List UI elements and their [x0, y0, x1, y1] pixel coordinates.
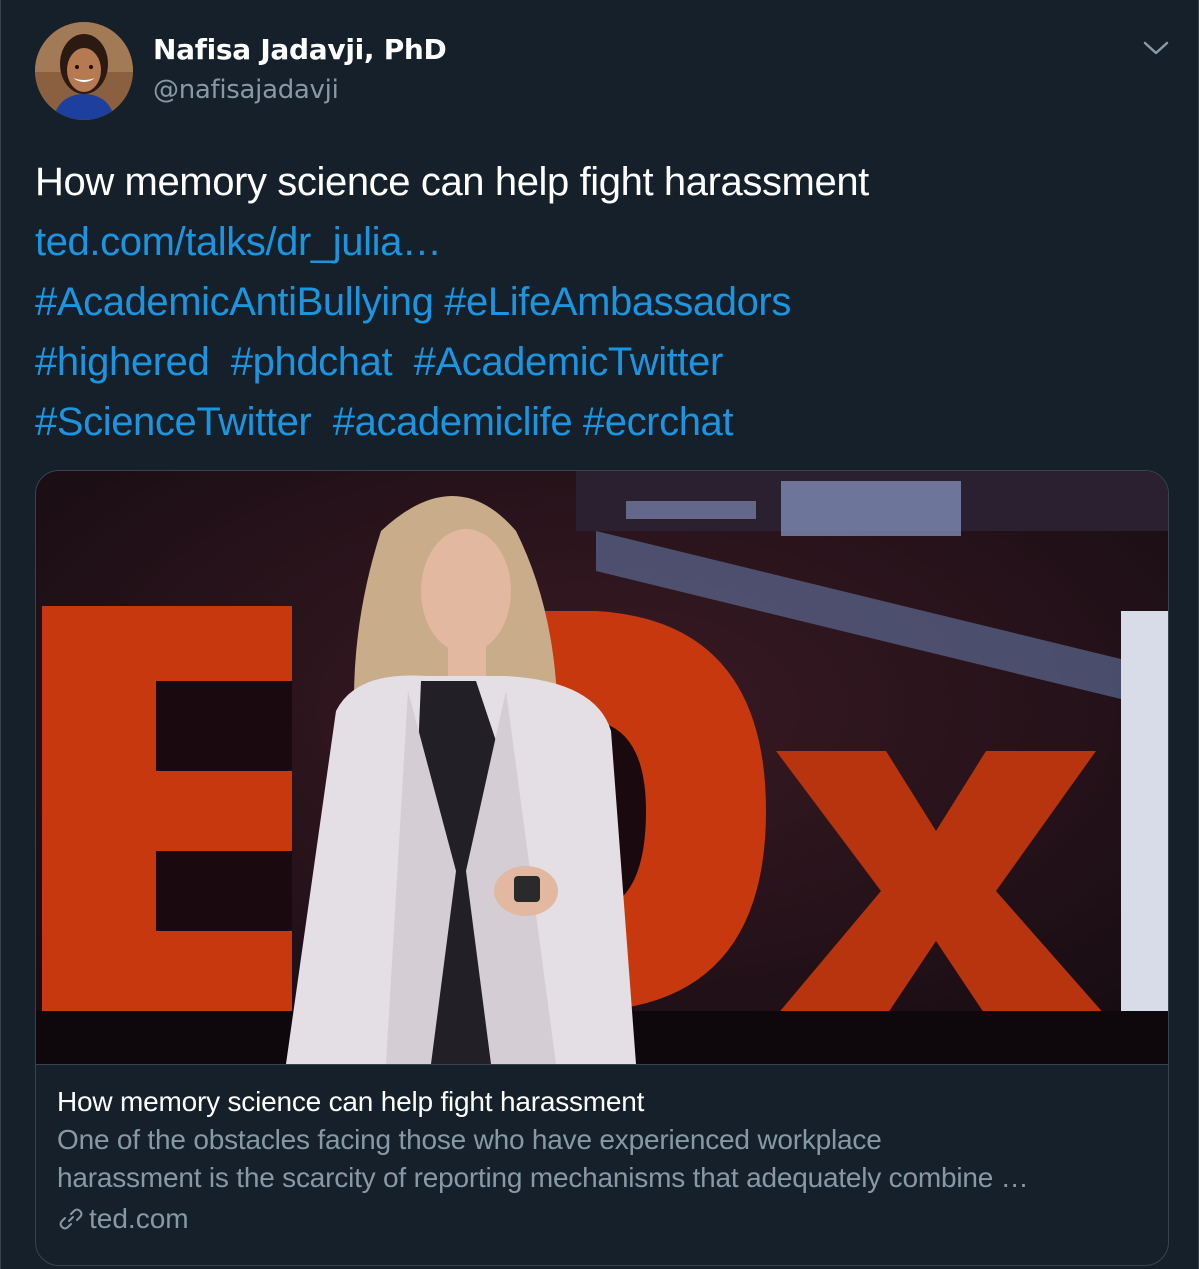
hashtag-elifeambassadors[interactable]: #eLifeAmbassadors — [444, 280, 791, 324]
hashtag-sciencetwitter[interactable]: #ScienceTwitter — [35, 400, 312, 444]
hashtag-academiclife[interactable]: #academiclife — [333, 400, 573, 444]
link-icon — [59, 1208, 83, 1230]
avatar[interactable] — [35, 22, 133, 120]
hashtag-ecrchat[interactable]: #ecrchat — [583, 400, 734, 444]
card-domain: ted.com — [57, 1197, 1152, 1241]
hashtag-academictwitter[interactable]: #AcademicTwitter — [414, 340, 724, 384]
avatar-image — [35, 22, 133, 120]
tweet-link[interactable]: ted.com/talks/dr_julia… — [35, 220, 442, 264]
card-description-line: One of the obstacles facing those who ha… — [57, 1124, 882, 1155]
chevron-down-icon[interactable] — [1141, 36, 1171, 60]
tweet-sentence: How memory science can help fight harass… — [35, 160, 869, 204]
user-handle[interactable]: @nafisajadavji — [153, 75, 339, 105]
hashtag-highered[interactable]: #highered — [35, 340, 210, 384]
card-domain-text: ted.com — [89, 1203, 189, 1234]
link-preview-card[interactable]: How memory science can help fight harass… — [35, 470, 1169, 1266]
card-title: How memory science can help fight harass… — [57, 1086, 645, 1117]
tweet[interactable]: Nafisa Jadavji, PhD @nafisajadavji How m… — [0, 0, 1199, 1269]
card-description-line: harassment is the scarcity of reporting … — [57, 1162, 1029, 1193]
hashtag-phdchat[interactable]: #phdchat — [231, 340, 393, 384]
hashtag-academicantibullying[interactable]: #AcademicAntiBullying — [35, 280, 434, 324]
card-image — [36, 471, 1168, 1065]
card-description: One of the obstacles facing those who ha… — [57, 1121, 1152, 1197]
tweet-text: How memory science can help fight harass… — [35, 152, 1165, 452]
display-name[interactable]: Nafisa Jadavji, PhD — [153, 33, 447, 66]
card-body: How memory science can help fight harass… — [57, 1083, 1152, 1241]
